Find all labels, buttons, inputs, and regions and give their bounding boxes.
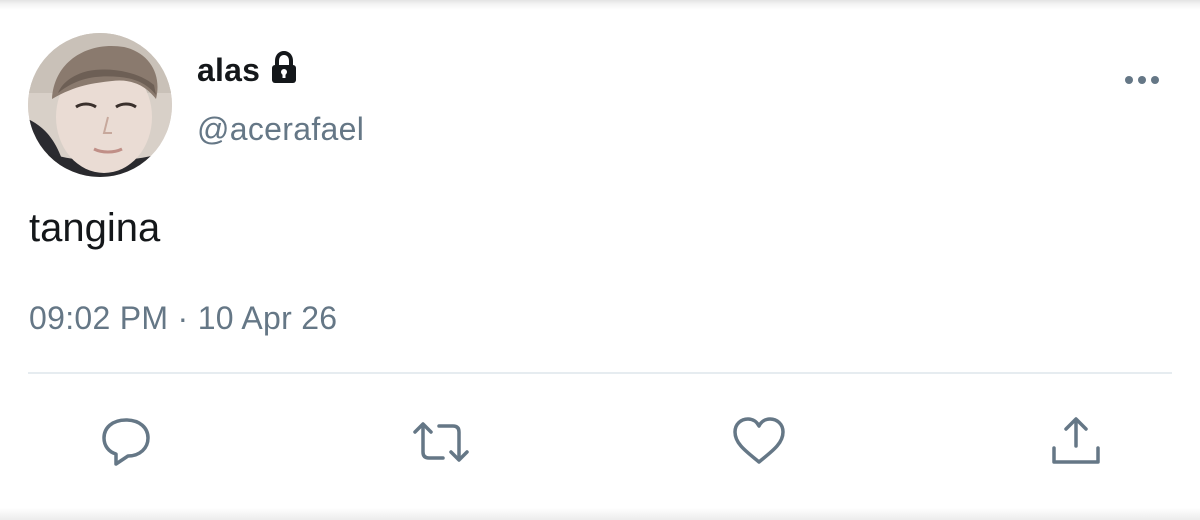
more-dots-icon <box>1125 76 1159 84</box>
heart-icon <box>733 417 785 464</box>
tweet-card: alas @acerafael tangina 09:02 PM · 10 Ap… <box>0 0 1200 520</box>
share-icon <box>1052 417 1100 464</box>
tweet-timestamp[interactable]: 09:02 PM · 10 Apr 26 <box>29 300 337 337</box>
bottom-border <box>0 508 1200 520</box>
like-button[interactable] <box>729 412 789 472</box>
reply-button[interactable] <box>96 412 156 472</box>
tweet-text: tangina <box>29 206 161 250</box>
display-name-row: alas <box>197 50 299 90</box>
share-button[interactable] <box>1046 412 1106 472</box>
avatar[interactable] <box>28 33 172 177</box>
divider <box>28 372 1172 374</box>
user-handle[interactable]: @acerafael <box>197 111 364 148</box>
retweet-button[interactable] <box>411 412 471 472</box>
display-name[interactable]: alas <box>197 52 260 89</box>
lock-icon <box>269 50 299 85</box>
reply-icon <box>102 418 150 466</box>
retweet-icon <box>413 422 469 462</box>
more-options-button[interactable] <box>1118 66 1166 94</box>
